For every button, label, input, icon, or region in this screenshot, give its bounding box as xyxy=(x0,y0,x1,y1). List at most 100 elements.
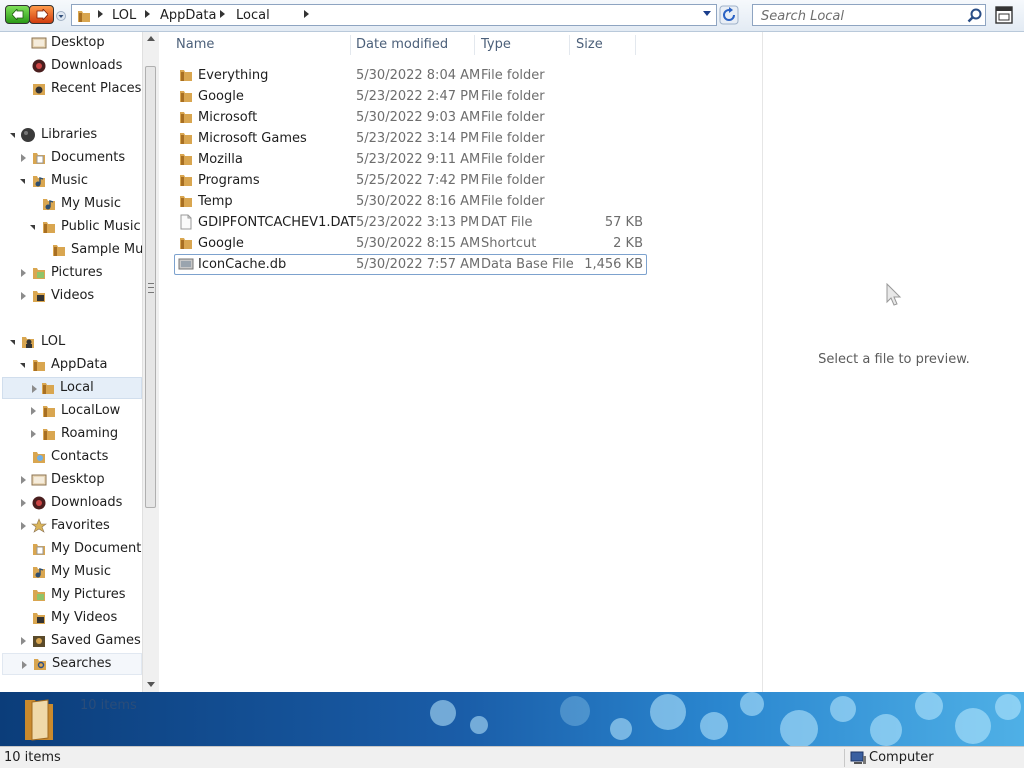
file-icon xyxy=(180,214,192,230)
decorative-bubble xyxy=(915,692,943,720)
search-icon[interactable] xyxy=(967,8,982,23)
file-type: File folder xyxy=(481,68,545,83)
file-name: Temp xyxy=(198,194,233,209)
column-header-size[interactable]: Size xyxy=(570,32,635,58)
nav-item-local[interactable]: Local xyxy=(2,377,142,399)
table-row[interactable]: Everything 5/30/2022 8:04 AM File folder xyxy=(174,65,647,86)
file-date: 5/30/2022 8:04 AM xyxy=(356,68,481,83)
breadcrumb-separator-icon[interactable] xyxy=(220,10,225,18)
file-date: 5/30/2022 7:57 AM xyxy=(356,257,481,272)
nav-item-label: LocalLow xyxy=(61,403,121,418)
forward-button[interactable] xyxy=(29,5,54,24)
file-name: Programs xyxy=(198,173,260,188)
pane-layout-icon[interactable] xyxy=(994,5,1014,25)
breadcrumb-local[interactable]: Local xyxy=(236,8,270,23)
folder-icon xyxy=(78,11,90,22)
breadcrumb-separator-icon[interactable] xyxy=(145,10,150,18)
back-button[interactable] xyxy=(5,5,30,24)
nav-item-label: Downloads xyxy=(51,58,123,73)
file-type: Shortcut xyxy=(481,236,537,251)
nav-item-label: My Documents xyxy=(51,541,142,556)
file-date: 5/23/2022 9:11 AM xyxy=(356,152,481,167)
table-row[interactable]: Google 5/30/2022 8:15 AM Shortcut 2 KB xyxy=(174,233,647,254)
table-row[interactable]: Microsoft 5/30/2022 9:03 AM File folder xyxy=(174,107,647,128)
expand-toggle-icon[interactable] xyxy=(29,400,39,422)
expand-toggle-icon[interactable] xyxy=(19,354,29,376)
table-row[interactable]: Programs 5/25/2022 7:42 PM File folder xyxy=(174,170,647,191)
table-row[interactable]: IconCache.db 5/30/2022 7:57 AM Data Base… xyxy=(174,254,647,275)
scroll-up-arrow-icon[interactable] xyxy=(147,36,155,41)
expand-toggle-icon[interactable] xyxy=(30,378,40,400)
expand-toggle-icon[interactable] xyxy=(20,654,30,676)
nav-item-searches[interactable]: Searches xyxy=(2,653,142,675)
breadcrumb-separator-icon[interactable] xyxy=(98,10,103,18)
music-icon xyxy=(43,199,55,210)
file-date: 5/23/2022 2:47 PM xyxy=(356,89,480,104)
breadcrumb-separator-icon[interactable] xyxy=(304,10,309,18)
table-row[interactable]: Google 5/23/2022 2:47 PM File folder xyxy=(174,86,647,107)
recent-pages-dropdown-icon[interactable] xyxy=(56,11,66,21)
file-type: File folder xyxy=(481,110,545,125)
expand-toggle-icon[interactable] xyxy=(9,124,19,146)
expand-toggle-icon[interactable] xyxy=(19,630,29,652)
contacts-icon xyxy=(33,452,45,463)
nav-item-label: AppData xyxy=(51,357,108,372)
decorative-bubble xyxy=(470,716,488,734)
file-name: Microsoft Games xyxy=(198,131,307,146)
nav-item-label: Local xyxy=(60,380,94,395)
expand-toggle-icon[interactable] xyxy=(19,469,29,491)
decorative-bubble xyxy=(780,710,818,746)
search-input[interactable] xyxy=(759,7,963,25)
documents-icon xyxy=(33,544,45,555)
table-row[interactable]: Mozilla 5/23/2022 9:11 AM File folder xyxy=(174,149,647,170)
address-bar[interactable]: LOL AppData Local xyxy=(71,4,717,26)
expand-toggle-icon[interactable] xyxy=(29,216,39,238)
expand-toggle-icon[interactable] xyxy=(19,147,29,169)
file-type: File folder xyxy=(481,173,545,188)
search-box[interactable] xyxy=(752,4,986,26)
libraries-icon xyxy=(21,128,35,142)
address-dropdown-icon[interactable] xyxy=(703,11,711,16)
file-size: 1,456 KB xyxy=(584,257,643,272)
folder-icon xyxy=(180,175,192,186)
table-row[interactable]: Microsoft Games 5/23/2022 3:14 PM File f… xyxy=(174,128,647,149)
file-name: Microsoft xyxy=(198,110,258,125)
decorative-bubble xyxy=(610,718,632,740)
breadcrumb-lol[interactable]: LOL xyxy=(112,8,136,23)
folder-icon xyxy=(180,133,192,144)
expand-toggle-icon[interactable] xyxy=(19,170,29,192)
file-size: 2 KB xyxy=(613,236,643,251)
column-header-type[interactable]: Type xyxy=(475,32,569,58)
expand-toggle-icon[interactable] xyxy=(19,262,29,284)
expand-toggle-icon[interactable] xyxy=(19,492,29,514)
file-type: DAT File xyxy=(481,215,533,230)
table-row[interactable]: Temp 5/30/2022 8:16 AM File folder xyxy=(174,191,647,212)
file-type: Data Base File xyxy=(481,257,574,272)
scroll-down-arrow-icon[interactable] xyxy=(147,682,155,687)
column-divider[interactable] xyxy=(635,35,636,55)
expand-toggle-icon[interactable] xyxy=(9,331,19,353)
nav-item-label: Music xyxy=(51,173,88,188)
file-date: 5/30/2022 9:03 AM xyxy=(356,110,481,125)
expand-toggle-icon[interactable] xyxy=(19,285,29,307)
file-name: IconCache.db xyxy=(198,257,287,272)
nav-item-label: Recent Places xyxy=(51,81,142,96)
downloads-icon xyxy=(32,59,46,73)
expand-toggle-icon[interactable] xyxy=(19,515,29,537)
preview-message: Select a file to preview. xyxy=(818,352,970,367)
preview-pane: Select a file to preview. xyxy=(762,32,1024,692)
column-header-name[interactable]: Name xyxy=(170,32,350,58)
table-row[interactable]: GDIPFONTCACHEV1.DAT 5/23/2022 3:13 PM DA… xyxy=(174,212,647,233)
file-size: 57 KB xyxy=(604,215,643,230)
column-header-date-modified[interactable]: Date modified xyxy=(350,32,474,58)
breadcrumb-appdata[interactable]: AppData xyxy=(160,8,216,23)
videos-icon xyxy=(33,291,45,302)
navigation-scrollbar[interactable] xyxy=(142,32,159,692)
scrollbar-thumb[interactable] xyxy=(145,66,156,508)
expand-toggle-icon[interactable] xyxy=(29,423,39,445)
status-divider xyxy=(844,749,845,767)
folder-icon xyxy=(180,196,192,207)
pictures-icon xyxy=(33,590,45,601)
file-name: Google xyxy=(198,89,244,104)
refresh-icon[interactable] xyxy=(719,5,739,25)
